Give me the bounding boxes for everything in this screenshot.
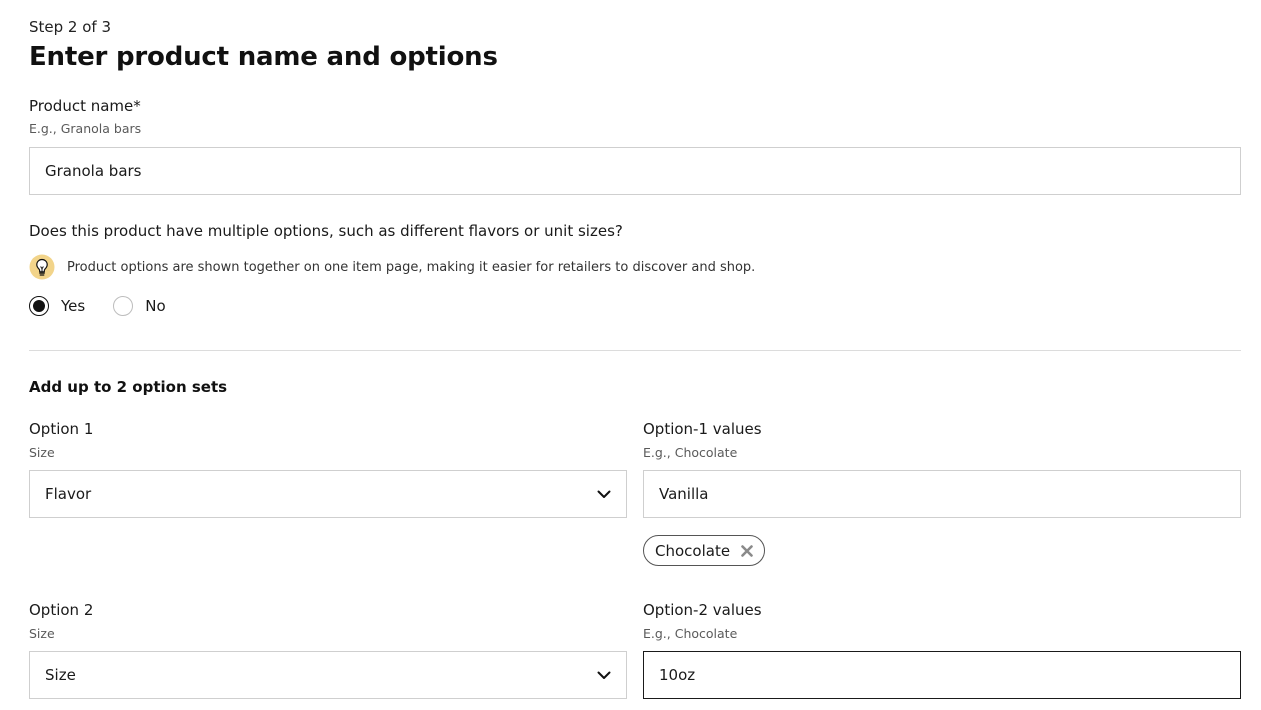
multiple-options-question: Does this product have multiple options,… (29, 222, 623, 240)
option2-select[interactable]: Size (29, 651, 627, 699)
chip-label: Chocolate (655, 541, 731, 560)
option1-values-label: Option-1 values (643, 420, 762, 438)
option1-selected-value: Flavor (45, 485, 92, 503)
option1-values-hint: E.g., Chocolate (643, 445, 738, 460)
remove-chip-icon[interactable] (740, 544, 754, 558)
radio-no-label: No (145, 297, 166, 315)
option-sets-title: Add up to 2 option sets (29, 378, 228, 396)
radio-no[interactable]: No (113, 296, 166, 316)
option2-label: Option 2 (29, 601, 94, 619)
divider (29, 350, 1241, 351)
option1-select[interactable]: Flavor (29, 470, 627, 518)
step-indicator: Step 2 of 3 (29, 18, 112, 36)
radio-yes[interactable]: Yes (29, 296, 85, 316)
radio-no-circle[interactable] (113, 296, 134, 316)
product-name-label: Product name* (29, 97, 141, 115)
product-name-input[interactable] (29, 147, 1241, 195)
multiple-options-radio-group: Yes No (29, 296, 194, 316)
chevron-down-icon (597, 671, 611, 680)
option2-selected-value: Size (45, 666, 76, 684)
product-name-hint: E.g., Granola bars (29, 121, 142, 136)
radio-yes-circle[interactable] (29, 296, 49, 316)
option1-value-chip: Chocolate (643, 535, 766, 566)
tip: Product options are shown together on on… (29, 254, 755, 280)
page-title: Enter product name and options (29, 42, 498, 72)
option2-values-label: Option-2 values (643, 601, 762, 619)
option2-values-hint: E.g., Chocolate (643, 626, 738, 641)
option2-values-input[interactable] (643, 651, 1241, 699)
option1-label: Option 1 (29, 420, 94, 438)
page: Step 2 of 3 Enter product name and optio… (0, 0, 1261, 710)
lightbulb-icon (29, 254, 55, 280)
tip-text: Product options are shown together on on… (67, 259, 756, 275)
radio-yes-label: Yes (61, 297, 86, 315)
option1-hint: Size (29, 445, 55, 460)
option1-values-input[interactable] (643, 470, 1241, 518)
chevron-down-icon (597, 490, 611, 499)
option2-hint: Size (29, 626, 55, 641)
